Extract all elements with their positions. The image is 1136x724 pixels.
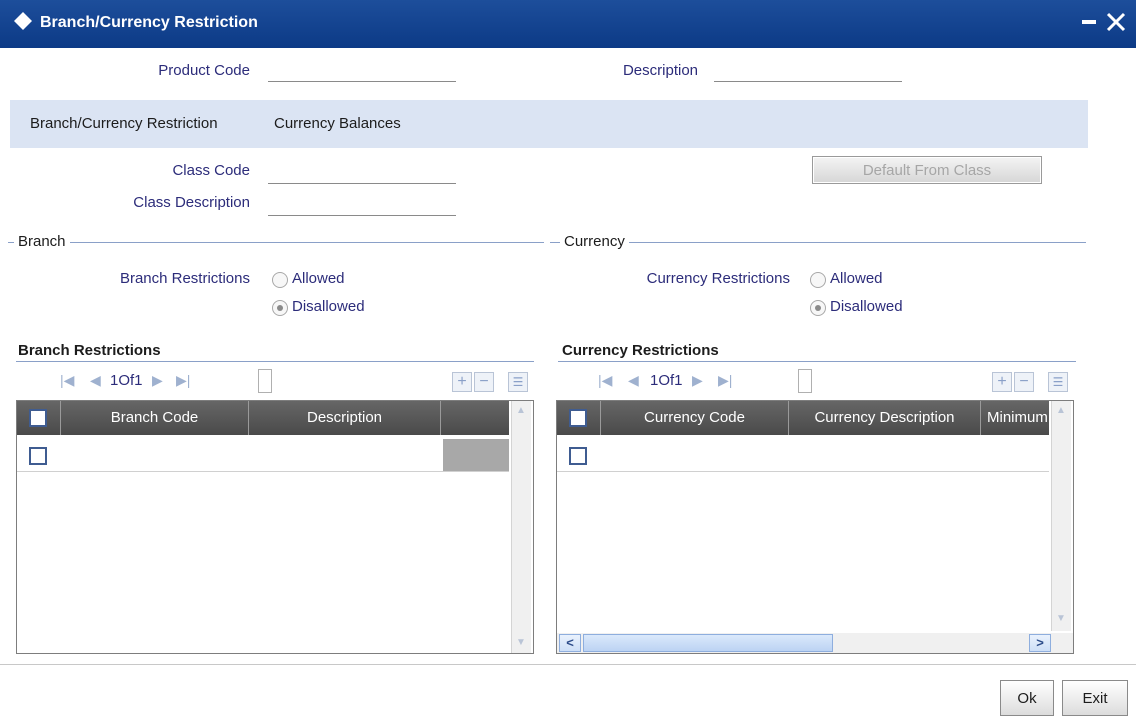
branch-currency-restriction-window: Branch/Currency Restriction Product Code…	[0, 0, 1136, 724]
branch-restrictions-label: Branch Restrictions	[119, 270, 250, 287]
branch-section-line	[16, 361, 534, 362]
previous-page-icon[interactable]: ◀	[628, 372, 639, 389]
currency-restrictions-grid: Currency Code Currency Description Minim…	[556, 400, 1074, 654]
branch-allowed-radio[interactable]	[272, 272, 288, 288]
row-checkbox[interactable]	[569, 447, 587, 465]
exit-button[interactable]: Exit	[1062, 680, 1128, 716]
tab-bar: Branch/Currency Restriction Currency Bal…	[10, 100, 1088, 148]
scroll-left-icon[interactable]: <	[559, 634, 581, 652]
currency-pagination-text: 1Of1	[650, 372, 683, 389]
currency-restrictions-label: Currency Restrictions	[646, 270, 790, 287]
branch-page-input[interactable]	[258, 369, 272, 393]
add-row-icon[interactable]: +	[992, 372, 1012, 392]
title-bar[interactable]: Branch/Currency Restriction	[0, 0, 1136, 48]
next-page-icon[interactable]: ▶	[692, 372, 703, 389]
ok-button[interactable]: Ok	[1000, 680, 1054, 716]
currency-section-line	[558, 361, 1076, 362]
product-code-field[interactable]	[268, 58, 456, 82]
currency-legend: Currency	[560, 233, 629, 250]
first-page-icon[interactable]: |◀	[60, 372, 74, 389]
previous-page-icon[interactable]: ◀	[90, 372, 101, 389]
scroll-down-icon[interactable]: ▼	[512, 635, 530, 651]
single-view-icon[interactable]: ☰	[1048, 372, 1068, 392]
horizontal-scroll-thumb[interactable]	[583, 634, 833, 652]
branch-grid-header: Branch Code Description	[17, 401, 509, 435]
footer-bar	[0, 664, 1136, 724]
add-row-icon[interactable]: +	[452, 372, 472, 392]
tab-branch-currency-restriction[interactable]: Branch/Currency Restriction	[30, 115, 218, 132]
branch-disallowed-label: Disallowed	[292, 298, 365, 315]
currency-page-input[interactable]	[798, 369, 812, 393]
select-all-checkbox[interactable]	[569, 409, 587, 427]
delete-row-icon[interactable]: −	[1014, 372, 1034, 392]
row-checkbox[interactable]	[29, 447, 47, 465]
branch-fieldset-line	[8, 242, 544, 243]
last-page-icon[interactable]: ▶|	[176, 372, 190, 389]
class-code-label: Class Code	[172, 162, 250, 179]
table-row	[17, 471, 509, 472]
currency-restrictions-title: Currency Restrictions	[562, 342, 719, 359]
branch-allowed-label: Allowed	[292, 270, 345, 287]
diamond-icon	[14, 12, 32, 30]
close-icon[interactable]	[1104, 10, 1128, 34]
last-page-icon[interactable]: ▶|	[718, 372, 732, 389]
column-description[interactable]: Description	[249, 401, 441, 435]
currency-grid-vertical-scrollbar[interactable]: ▲ ▼	[1051, 401, 1071, 631]
table-row-cell	[443, 439, 509, 471]
class-code-field[interactable]	[268, 160, 456, 184]
window-title: Branch/Currency Restriction	[40, 14, 258, 31]
scroll-down-icon[interactable]: ▼	[1052, 611, 1070, 627]
scroll-up-icon[interactable]: ▲	[512, 403, 530, 419]
currency-disallowed-radio[interactable]	[810, 300, 826, 316]
column-currency-description[interactable]: Currency Description	[789, 401, 981, 435]
description-label: Description	[622, 62, 698, 79]
branch-legend: Branch	[14, 233, 70, 250]
first-page-icon[interactable]: |◀	[598, 372, 612, 389]
currency-grid-horizontal-scrollbar[interactable]: < >	[557, 633, 1073, 653]
minimize-icon[interactable]	[1082, 20, 1096, 24]
scroll-right-icon[interactable]: >	[1029, 634, 1051, 652]
currency-allowed-radio[interactable]	[810, 272, 826, 288]
currency-allowed-label: Allowed	[830, 270, 883, 287]
column-branch-code[interactable]: Branch Code	[61, 401, 249, 435]
description-field[interactable]	[714, 58, 902, 82]
class-description-label: Class Description	[133, 194, 250, 211]
delete-row-icon[interactable]: −	[474, 372, 494, 392]
table-row	[557, 471, 1049, 472]
column-minimum[interactable]: Minimum	[981, 401, 1049, 435]
branch-pagination-text: 1Of1	[110, 372, 143, 389]
default-from-class-button[interactable]: Default From Class	[812, 156, 1042, 184]
scroll-up-icon[interactable]: ▲	[1052, 403, 1070, 419]
next-page-icon[interactable]: ▶	[152, 372, 163, 389]
tab-currency-balances[interactable]: Currency Balances	[274, 115, 401, 132]
column-currency-code[interactable]: Currency Code	[601, 401, 789, 435]
single-view-icon[interactable]: ☰	[508, 372, 528, 392]
class-description-field[interactable]	[268, 192, 456, 216]
branch-grid-vertical-scrollbar[interactable]: ▲ ▼	[511, 401, 531, 653]
branch-disallowed-radio[interactable]	[272, 300, 288, 316]
currency-grid-header: Currency Code Currency Description Minim…	[557, 401, 1049, 435]
branch-restrictions-title: Branch Restrictions	[18, 342, 161, 359]
product-code-label: Product Code	[158, 62, 250, 79]
currency-fieldset-line	[550, 242, 1086, 243]
branch-restrictions-grid: Branch Code Description ▲ ▼	[16, 400, 534, 654]
select-all-checkbox[interactable]	[29, 409, 47, 427]
currency-disallowed-label: Disallowed	[830, 298, 903, 315]
